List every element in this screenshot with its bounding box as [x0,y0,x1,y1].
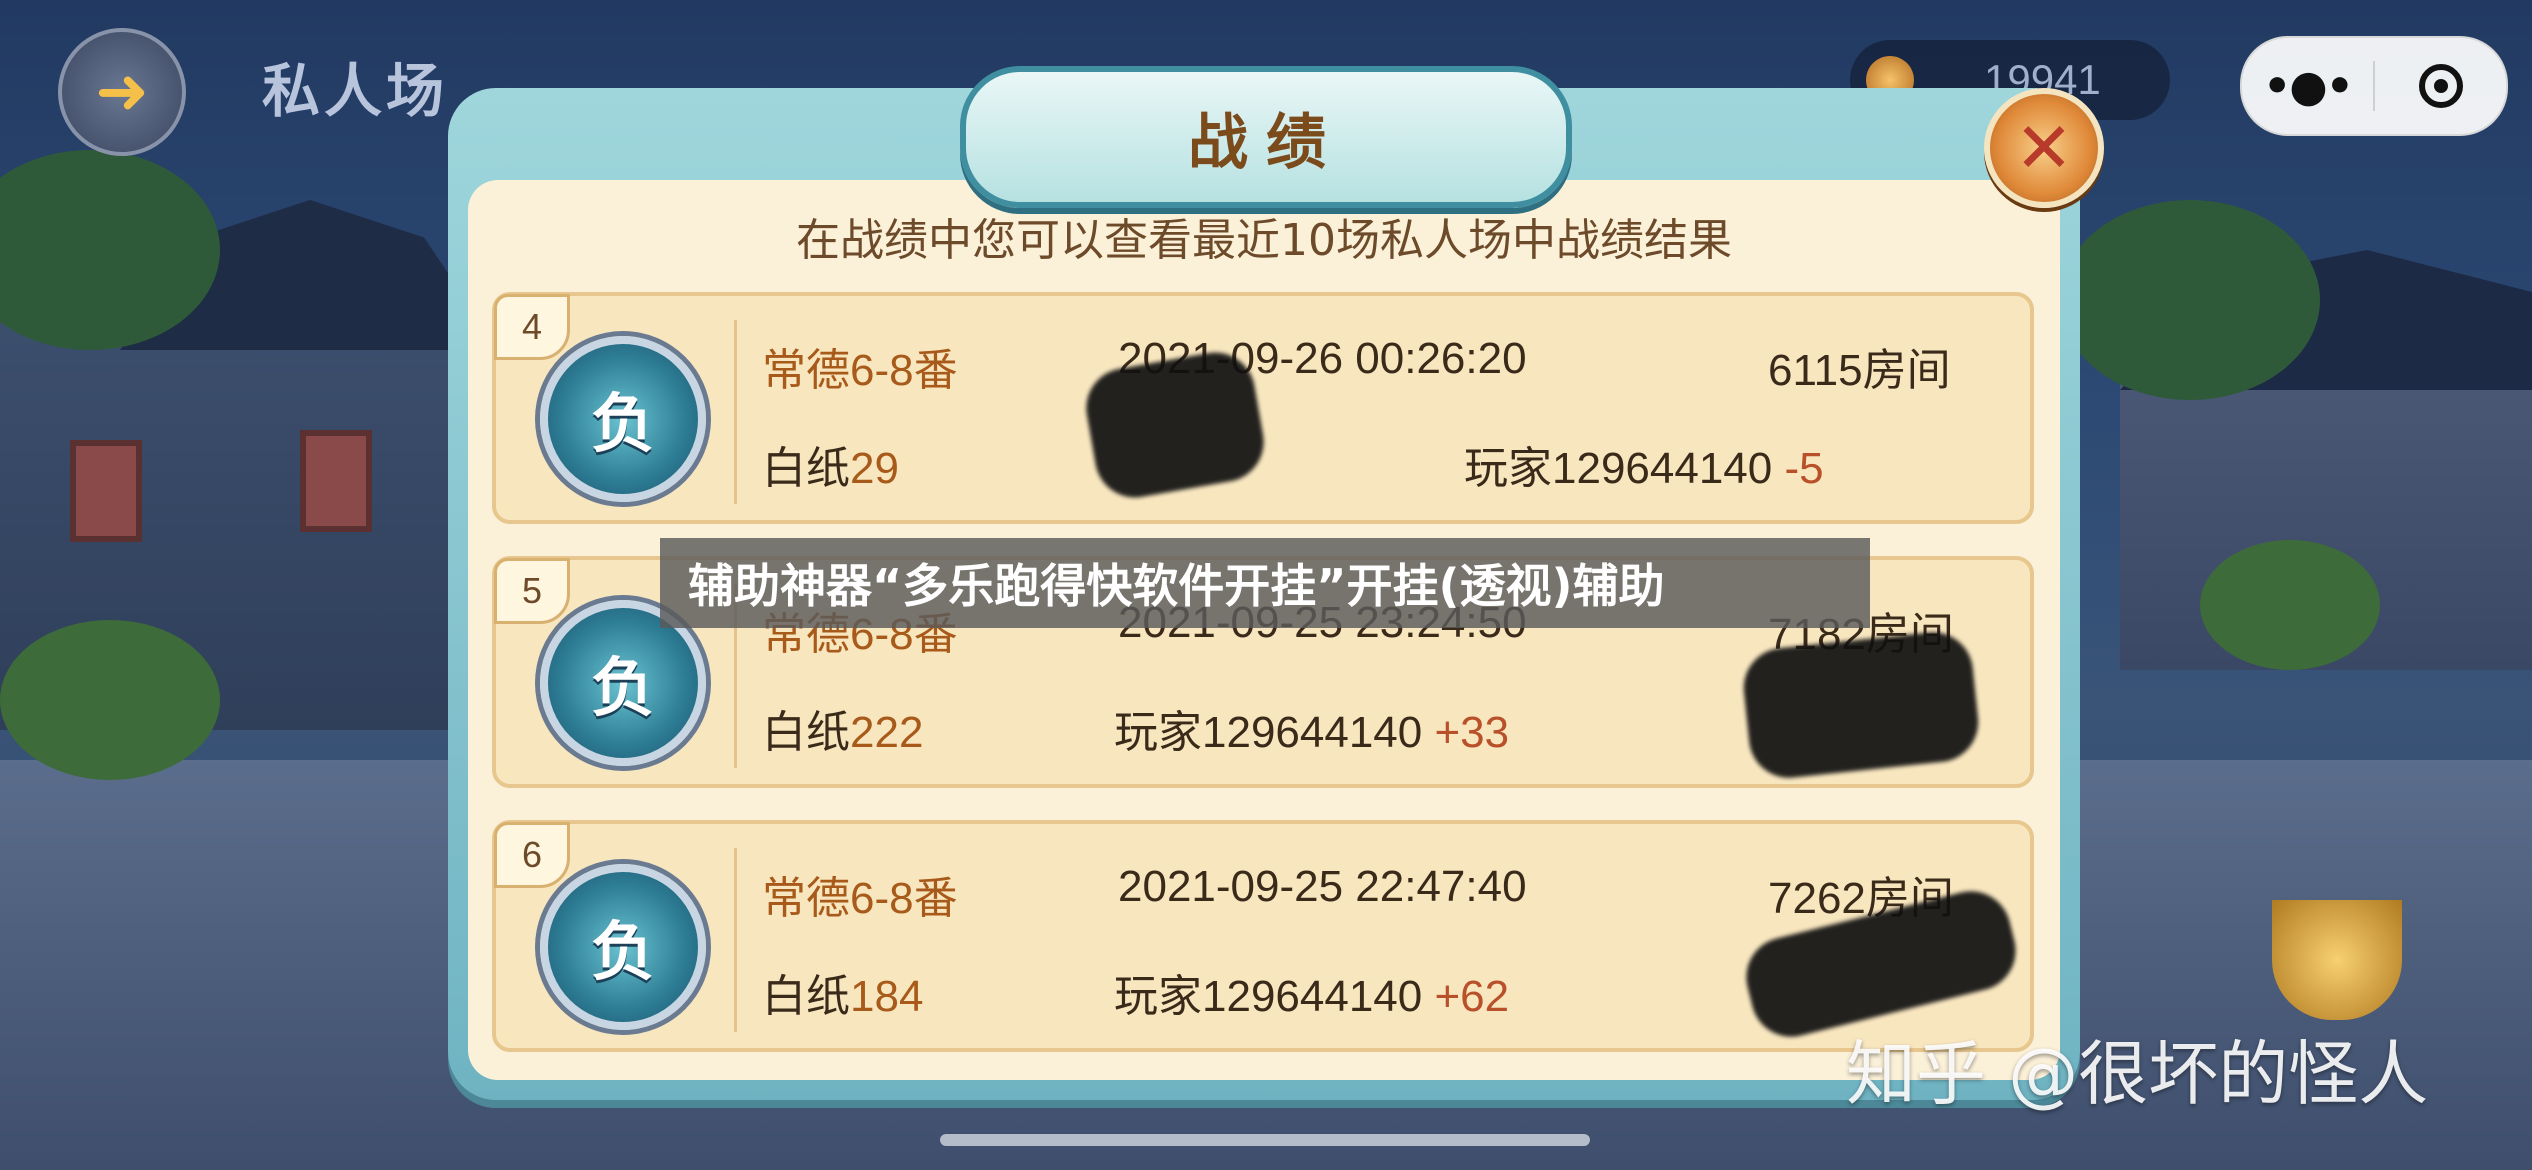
paper-label: 白纸 [762,708,850,757]
record-card[interactable]: 6 负 常德6-8番 2021-09-25 22:47:40 7262房间 白纸… [492,820,2034,1052]
watermark: 知乎 @很坏的怪人 [1846,1033,2429,1115]
paper-value: 184 [850,972,924,1021]
back-button[interactable]: ➜ [58,28,186,156]
record-index: 5 [494,558,570,624]
room-number: 6115房间 [1768,346,1951,395]
home-indicator[interactable] [940,1134,1590,1146]
score-delta: -5 [1784,444,1824,493]
close-icon: ✕ [2014,107,2074,189]
paper-stat: 白纸29 [762,432,899,496]
modal-title: 战绩 [1188,107,1344,178]
record-index: 4 [494,294,570,360]
player-score: 玩家129644140 +33 [1114,696,1509,760]
loss-badge-icon: 负 [540,336,706,502]
close-button[interactable]: ✕ [1984,88,2104,208]
card-divider [734,320,737,504]
paper-label: 白纸 [762,444,850,493]
record-card[interactable]: 4 负 常德6-8番 2021-09-26 00:26:20 6115房间 白纸… [492,292,2034,524]
redaction-scribble [1080,346,1270,504]
more-dots-icon[interactable]: •●• [2242,61,2373,112]
page-title: 私人场 [262,57,449,125]
overlay-banner: 辅助神器“多乐跑得快软件开挂”开挂(透视)辅助 [660,538,1870,628]
bush [2200,540,2380,670]
paper-stat: 白纸222 [762,696,923,760]
miniprogram-capsule: •●• [2240,36,2508,136]
target-dot [2433,79,2448,93]
player-score: 玩家129644140 -5 [1464,432,1824,496]
score-delta: +33 [1434,708,1510,757]
bush [0,620,220,780]
paper-label: 白纸 [762,972,850,1021]
player-id: 玩家129644140 [1464,444,1773,493]
target-ring [2418,64,2463,108]
game-type: 常德6-8番 [762,346,958,395]
record-index: 6 [494,822,570,888]
trophy-icon [2272,900,2402,1020]
paper-value: 29 [850,444,899,493]
card-divider [734,848,737,1032]
target-circle-icon[interactable] [2375,64,2506,108]
paper-stat: 白纸184 [762,960,923,1024]
left-window [70,440,142,542]
player-id: 玩家129644140 [1114,708,1423,757]
back-arrow-icon: ➜ [95,55,149,129]
player-score: 玩家129644140 +62 [1114,960,1509,1024]
game-time: 2021-09-25 22:47:40 [1118,862,1527,911]
modal-subtitle: 在战绩中您可以查看最近10场私人场中战绩结果 [796,215,1732,266]
game-type: 常德6-8番 [762,874,958,923]
tree [2060,200,2320,400]
redaction-scribble [1739,628,1983,782]
player-id: 玩家129644140 [1114,972,1423,1021]
loss-badge-icon: 负 [540,864,706,1030]
left-window [300,430,372,532]
paper-value: 222 [850,708,924,757]
score-delta: +62 [1434,972,1510,1021]
modal-title-plaque: 战绩 [960,66,1572,208]
